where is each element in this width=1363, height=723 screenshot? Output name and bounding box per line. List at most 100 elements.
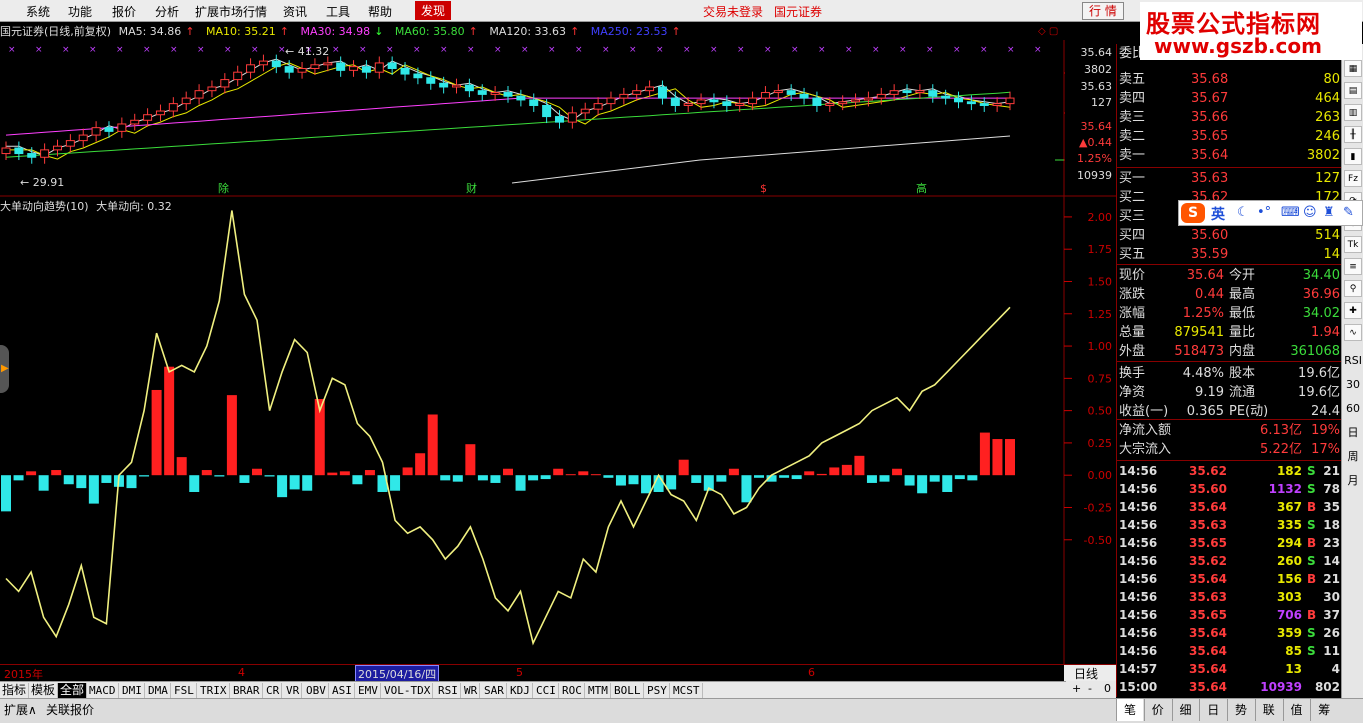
- tab-指标[interactable]: 指标: [0, 683, 30, 698]
- tab-dmi[interactable]: DMI: [120, 683, 145, 698]
- bottom-tab-4[interactable]: 势: [1227, 699, 1254, 721]
- tab-模板[interactable]: 模板: [29, 683, 59, 698]
- user-icon[interactable]: ☺: [1303, 205, 1317, 220]
- menu-function[interactable]: 功能: [68, 3, 92, 20]
- bars-icon[interactable]: ▮: [1344, 148, 1362, 165]
- moon-icon[interactable]: ☾: [1237, 205, 1249, 220]
- tab-wr[interactable]: WR: [462, 683, 481, 698]
- tick-row[interactable]: 15:00 35.64 10939 802: [1117, 678, 1342, 696]
- bottom-tab-1[interactable]: 价: [1143, 699, 1171, 721]
- tick-row[interactable]: 14:56 35.63 303 30: [1117, 588, 1342, 606]
- menu-help[interactable]: 帮助: [368, 3, 392, 20]
- zoom-in-button[interactable]: +: [1072, 682, 1081, 695]
- left-panel-handle[interactable]: ▶: [0, 345, 9, 393]
- chart-icon[interactable]: ▥: [1344, 104, 1362, 121]
- tab-kdj[interactable]: KDJ: [508, 683, 533, 698]
- bottom-tab-3[interactable]: 日: [1199, 699, 1226, 721]
- layers-icon[interactable]: ≡: [1344, 258, 1362, 275]
- menu-system[interactable]: 系统: [26, 3, 50, 20]
- period-tool-5[interactable]: 月: [1344, 472, 1362, 489]
- wave-icon[interactable]: ∿: [1344, 324, 1362, 341]
- tick-row[interactable]: 14:56 35.64 367 B 35: [1117, 498, 1342, 516]
- tab-mcst[interactable]: MCST: [671, 683, 703, 698]
- grid-icon[interactable]: ▦: [1344, 60, 1362, 77]
- tab-boll[interactable]: BOLL: [612, 683, 644, 698]
- ask-row[interactable]: 卖一 35.64 3802: [1117, 146, 1342, 165]
- period-tool-2[interactable]: 60: [1344, 400, 1362, 417]
- tab-asi[interactable]: ASI: [330, 683, 355, 698]
- bid-row[interactable]: 买四 35.60 514: [1117, 226, 1342, 245]
- fiz-icon[interactable]: Fz: [1344, 170, 1362, 187]
- tab-vr[interactable]: VR: [284, 683, 303, 698]
- ask-row[interactable]: 卖二 35.65 246: [1117, 127, 1342, 146]
- bottom-tab-2[interactable]: 细: [1171, 699, 1199, 721]
- bid-row[interactable]: 买五 35.59 14: [1117, 245, 1342, 264]
- tick-row[interactable]: 14:56 35.64 156 B 21: [1117, 570, 1342, 588]
- ime-mode[interactable]: 英: [1211, 204, 1225, 224]
- keyboard-icon[interactable]: ⌨: [1281, 205, 1300, 220]
- menu-tools[interactable]: 工具: [326, 3, 350, 20]
- bottom-tab-6[interactable]: 值: [1282, 699, 1310, 721]
- ask-row[interactable]: 卖五 35.68 80: [1117, 70, 1342, 89]
- flow-row[interactable]: 大宗流入 5.22亿 17%: [1117, 440, 1342, 459]
- period-tool-0[interactable]: RSI: [1344, 352, 1362, 369]
- tick-row[interactable]: 14:56 35.62 182 S 21: [1117, 462, 1342, 480]
- tick-icon[interactable]: Tk: [1344, 236, 1362, 253]
- chart-corner-icons[interactable]: ◇ ▢: [1038, 26, 1058, 37]
- tab-macd[interactable]: MACD: [87, 683, 119, 698]
- quote-row[interactable]: 现价 35.64 今开 34.40: [1117, 266, 1342, 285]
- quote-row[interactable]: 总量 879541 量比 1.94: [1117, 323, 1342, 342]
- tab-cci[interactable]: CCI: [534, 683, 559, 698]
- tab-trix[interactable]: TRIX: [198, 683, 230, 698]
- tab-fsl[interactable]: FSL: [172, 683, 197, 698]
- menu-quote[interactable]: 报价: [112, 3, 136, 20]
- tick-row[interactable]: 14:56 35.65 294 B 23: [1117, 534, 1342, 552]
- bottom-tab-5[interactable]: 联: [1254, 699, 1282, 721]
- zoom-out-button[interactable]: -: [1088, 682, 1092, 695]
- tick-row[interactable]: 14:56 35.65 706 B 37: [1117, 606, 1342, 624]
- candle-icon[interactable]: ╫: [1344, 126, 1362, 143]
- flow-row[interactable]: 净流入额 6.13亿 19%: [1117, 421, 1342, 440]
- list-icon[interactable]: ▤: [1344, 82, 1362, 99]
- bottom-tab-7[interactable]: 筹: [1310, 699, 1337, 721]
- tick-row[interactable]: 14:56 35.64 85 S 11: [1117, 642, 1342, 660]
- ime-toolbar[interactable]: S 英 ☾ •° ⌨ ☺ ♜ ✎: [1178, 200, 1363, 226]
- period-tool-1[interactable]: 30: [1344, 376, 1362, 393]
- tick-row[interactable]: 14:56 35.63 335 S 18: [1117, 516, 1342, 534]
- related-quote-button[interactable]: 关联报价: [42, 701, 98, 718]
- shirt-icon[interactable]: ♜: [1323, 205, 1335, 220]
- chart-area[interactable]: × × × × × × × × × × × × × × × × × × × × × × × × × × × × × × × × × × × × × × × …: [0, 40, 1116, 664]
- zoom-reset-button[interactable]: 0: [1104, 682, 1111, 695]
- ask-row[interactable]: 卖四 35.67 464: [1117, 89, 1342, 108]
- quote-row[interactable]: 净资 9.19 流通 19.6亿: [1117, 383, 1342, 402]
- period-tool-4[interactable]: 周: [1344, 448, 1362, 465]
- menu-discover[interactable]: 发现: [415, 1, 452, 20]
- wrench-icon[interactable]: ✎: [1343, 205, 1354, 220]
- trade-login-status[interactable]: 交易未登录: [703, 3, 763, 20]
- quote-button[interactable]: 行 情: [1082, 2, 1124, 20]
- tag-dollar[interactable]: $: [760, 182, 767, 195]
- zoom-icon[interactable]: ⚲: [1344, 280, 1362, 297]
- tick-row[interactable]: 14:56 35.64 359 S 26: [1117, 624, 1342, 642]
- tab-mtm[interactable]: MTM: [586, 683, 611, 698]
- tag-ex-dividend[interactable]: 除: [218, 181, 229, 195]
- tab-dma[interactable]: DMA: [146, 683, 171, 698]
- bid-row[interactable]: 买一 35.63 127: [1117, 169, 1342, 188]
- quote-row[interactable]: 涨跌 0.44 最高 36.96: [1117, 285, 1342, 304]
- punctuation-icon[interactable]: •°: [1257, 205, 1271, 220]
- tab-brar[interactable]: BRAR: [231, 683, 263, 698]
- plus-icon[interactable]: ✚: [1344, 302, 1362, 319]
- menu-analysis[interactable]: 分析: [155, 3, 179, 20]
- menu-extended-market[interactable]: 扩展市场行情: [195, 3, 267, 20]
- quote-row[interactable]: 涨幅 1.25% 最低 34.02: [1117, 304, 1342, 323]
- tick-row[interactable]: 14:56 35.62 260 S 14: [1117, 552, 1342, 570]
- tab-vol-tdx[interactable]: VOL-TDX: [382, 683, 434, 698]
- tab-rsi[interactable]: RSI: [436, 683, 461, 698]
- tab-roc[interactable]: ROC: [560, 683, 585, 698]
- bottom-tab-0[interactable]: 笔: [1116, 699, 1143, 721]
- quote-row[interactable]: 换手 4.48% 股本 19.6亿: [1117, 364, 1342, 383]
- tag-high[interactable]: 高: [916, 181, 927, 195]
- tab-obv[interactable]: OBV: [304, 683, 329, 698]
- tab-sar[interactable]: SAR: [482, 683, 507, 698]
- tick-row[interactable]: 14:57 35.64 13 4: [1117, 660, 1342, 678]
